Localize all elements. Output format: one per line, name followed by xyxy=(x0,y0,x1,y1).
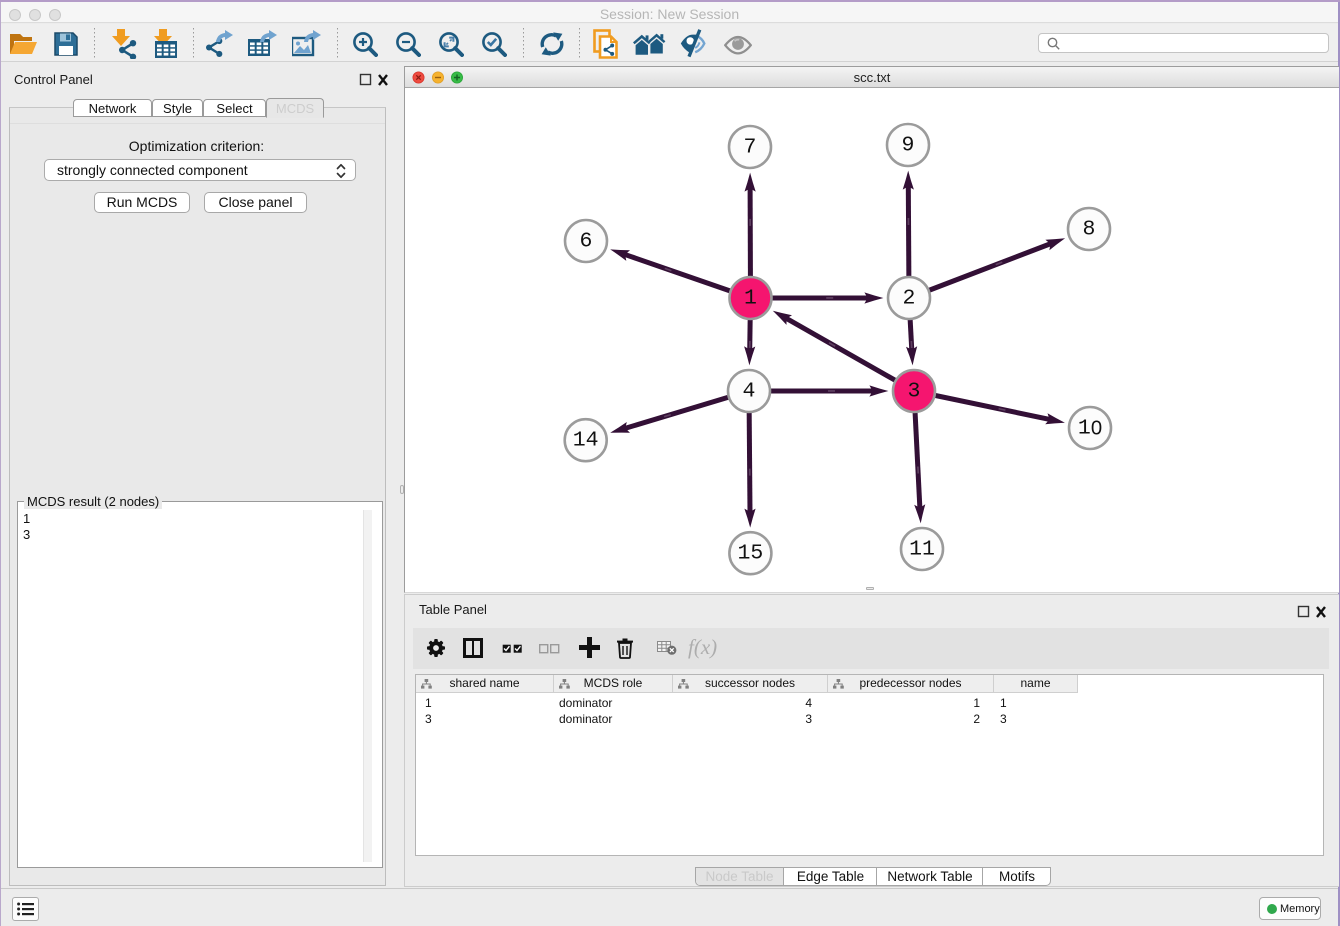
svg-text:9: 9 xyxy=(902,134,915,158)
svg-text:1: 1 xyxy=(744,287,757,311)
svg-text:15: 15 xyxy=(737,542,763,566)
svg-text:2: 2 xyxy=(903,287,916,311)
svg-text:4: 4 xyxy=(743,380,756,404)
svg-text:8: 8 xyxy=(1083,218,1096,242)
svg-text:14: 14 xyxy=(573,429,599,453)
svg-text:10: 10 xyxy=(1078,417,1102,441)
svg-text:11: 11 xyxy=(909,538,935,562)
svg-text:3: 3 xyxy=(908,380,921,404)
svg-text:6: 6 xyxy=(580,230,593,254)
svg-text:7: 7 xyxy=(744,136,757,160)
